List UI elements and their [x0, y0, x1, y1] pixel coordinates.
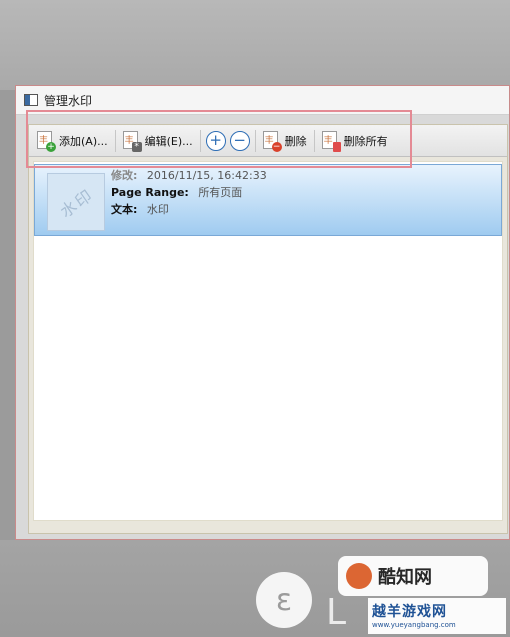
toolbar-separator — [313, 129, 315, 152]
window-icon — [24, 94, 38, 106]
zoom-out-icon[interactable]: − — [229, 130, 250, 151]
edit-button[interactable]: * 编辑(E)... — [119, 128, 197, 154]
edit-button-label: 编辑(E)... — [144, 134, 193, 148]
site-badge: 越羊游戏网 www.yueyangbang.com — [368, 598, 506, 634]
watermark-list[interactable]: 水印 修改: 2016/11/15, 16:42:33 Page Range: … — [33, 161, 503, 521]
leaf-logo-icon: ɛ — [256, 572, 312, 628]
manage-watermark-dialog: 管理水印 + 添加(A)... * 编辑(E)... + − — [15, 85, 510, 540]
zoom-in-icon[interactable]: + — [205, 130, 226, 151]
toolbar-separator — [254, 129, 256, 152]
delete-icon: − — [262, 130, 282, 152]
delete-all-button-label: 删除所有 — [343, 134, 388, 148]
edit-watermark-icon: * — [122, 130, 142, 152]
page-range-row: Page Range: 所有页面 — [111, 184, 242, 200]
title-bar[interactable]: 管理水印 — [16, 86, 509, 115]
site-name: 越羊游戏网 — [372, 604, 447, 620]
modified-row: 修改: 2016/11/15, 16:42:33 — [111, 167, 267, 183]
add-watermark-icon: + — [37, 130, 56, 152]
dialog-content: + 添加(A)... * 编辑(E)... + − − 删除 — [28, 124, 508, 534]
watermark-thumbnail: 水印 — [47, 173, 105, 231]
toolbar-separator — [199, 129, 201, 152]
add-button[interactable]: + 添加(A)... — [33, 128, 112, 154]
text-row: 文本: 水印 — [111, 201, 169, 217]
desktop-background — [0, 0, 510, 90]
modified-label: 修改: — [111, 169, 138, 182]
text-label: 文本: — [111, 203, 138, 216]
window-title: 管理水印 — [44, 93, 93, 108]
toolbar: + 添加(A)... * 编辑(E)... + − − 删除 — [29, 125, 507, 157]
page-range-label: Page Range: — [111, 186, 189, 199]
modified-value: 2016/11/15, 16:42:33 — [146, 169, 267, 182]
page-range-value: 所有页面 — [198, 186, 243, 199]
delete-button-label: 删除 — [284, 134, 307, 148]
delete-all-icon — [321, 130, 341, 152]
delete-all-button[interactable]: 删除所有 — [318, 128, 392, 154]
watermark-glyph-icon: L — [326, 592, 347, 633]
text-value: 水印 — [146, 203, 169, 216]
toolbar-separator — [114, 129, 116, 152]
brand-logo-text: 酷知网 — [378, 567, 432, 588]
brand-logo: 酷知网 — [338, 556, 488, 596]
add-button-label: 添加(A)... — [59, 134, 108, 148]
delete-button[interactable]: − 删除 — [259, 128, 311, 154]
list-item[interactable]: 水印 修改: 2016/11/15, 16:42:33 Page Range: … — [34, 164, 502, 236]
thumbnail-text: 水印 — [56, 185, 98, 222]
brand-mark-icon — [346, 563, 372, 589]
site-url: www.yueyangbang.com — [372, 621, 456, 629]
